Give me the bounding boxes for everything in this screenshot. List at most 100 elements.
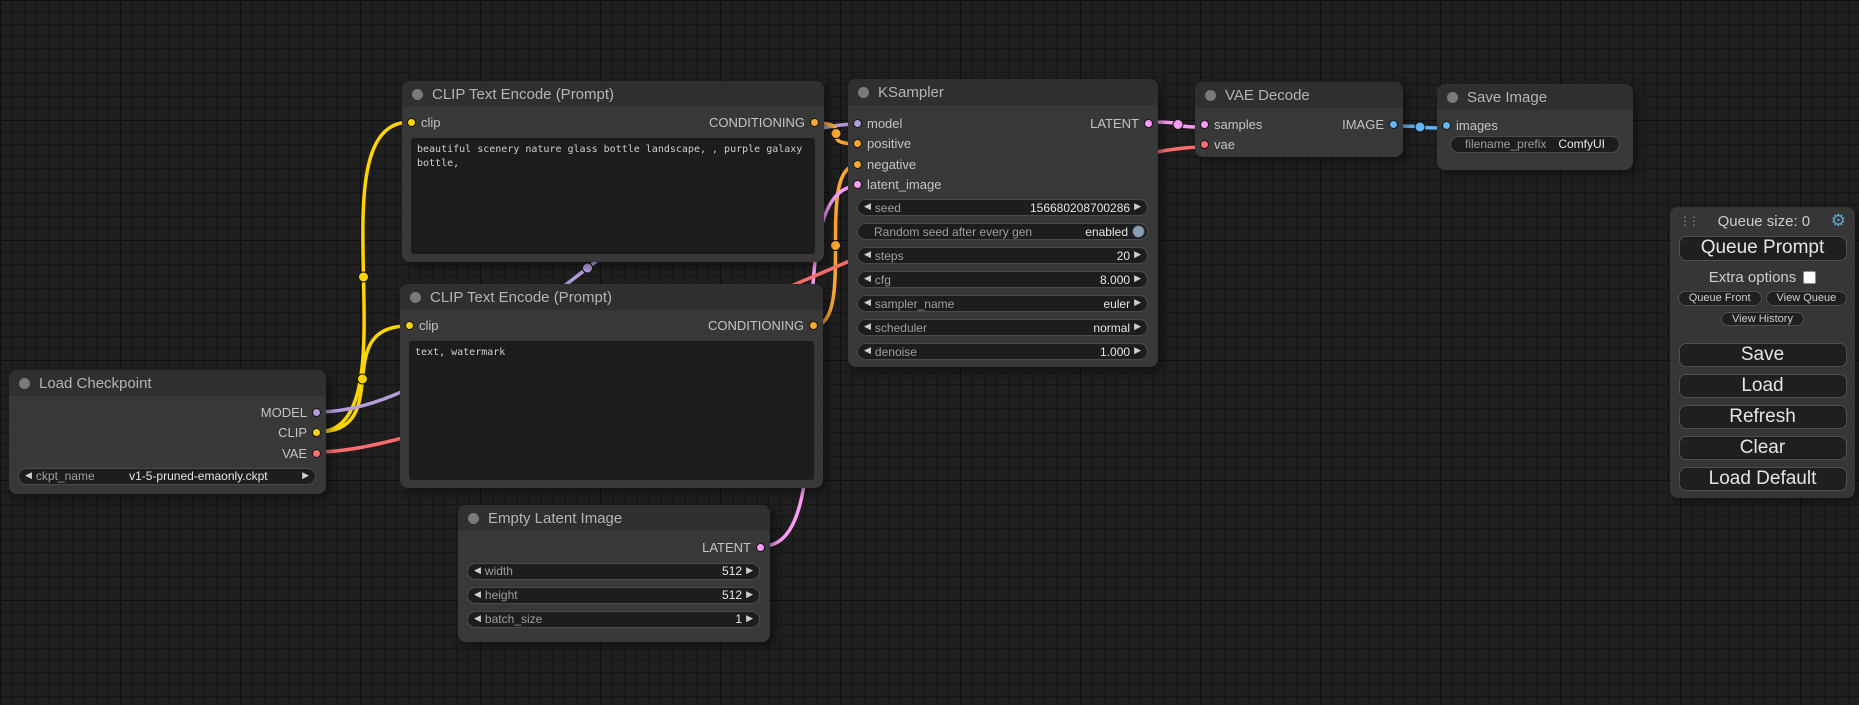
widget-filename-prefix[interactable]: filename_prefix ComfyUI (1450, 136, 1620, 153)
extra-options-checkbox[interactable] (1803, 271, 1816, 284)
queue-prompt-button[interactable]: Queue Prompt (1679, 236, 1847, 261)
view-queue-button[interactable]: View Queue (1766, 291, 1848, 306)
slot-input-negative: negative (848, 154, 1158, 175)
gear-icon[interactable]: ⚙ (1831, 213, 1846, 230)
image-slot-dot[interactable] (1389, 120, 1398, 129)
arrow-left-icon[interactable]: ◀ (474, 591, 481, 600)
node-title-bar[interactable]: Save Image (1437, 84, 1633, 110)
collapse-dot-icon[interactable] (858, 87, 869, 98)
prompt-textarea[interactable]: text, watermark (409, 341, 814, 480)
link-midpoint-dot[interactable] (1415, 122, 1425, 132)
conditioning-slot-dot[interactable] (810, 118, 819, 127)
node-vae-decode[interactable]: VAE Decode samples IMAGE vae (1195, 82, 1403, 157)
collapse-dot-icon[interactable] (1205, 90, 1216, 101)
clip-slot-dot[interactable] (407, 118, 416, 127)
model-slot-dot[interactable] (853, 119, 862, 128)
node-save-image[interactable]: Save Image images filename_prefix ComfyU… (1437, 84, 1633, 170)
conditioning-slot-dot[interactable] (853, 160, 862, 169)
load-button[interactable]: Load (1679, 374, 1847, 398)
widget-denoise[interactable]: ◀ denoise 1.000 ▶ (857, 343, 1148, 360)
toggle-knob-icon[interactable] (1132, 225, 1145, 238)
link-midpoint-dot[interactable] (358, 374, 368, 384)
node-title-bar[interactable]: VAE Decode (1195, 82, 1403, 108)
arrow-left-icon[interactable]: ◀ (25, 472, 32, 481)
queue-front-button[interactable]: Queue Front (1678, 291, 1762, 306)
collapse-dot-icon[interactable] (468, 513, 479, 524)
node-title-bar[interactable]: CLIP Text Encode (Prompt) (402, 81, 824, 107)
widget-seed[interactable]: ◀ seed 156680208700286 ▶ (857, 199, 1148, 216)
arrow-right-icon[interactable]: ▶ (746, 615, 753, 624)
widget-ckpt-name[interactable]: ◀ ckpt_name v1-5-pruned-emaonly.ckpt ▶ (18, 468, 316, 485)
arrow-right-icon[interactable]: ▶ (1134, 323, 1141, 332)
collapse-dot-icon[interactable] (1447, 92, 1458, 103)
drag-handle-icon[interactable]: ⋮⋮ (1679, 215, 1697, 227)
conditioning-slot-dot[interactable] (809, 321, 818, 330)
arrow-left-icon[interactable]: ◀ (474, 615, 481, 624)
vae-slot-dot[interactable] (1200, 140, 1209, 149)
link-midpoint-dot[interactable] (359, 272, 369, 282)
arrow-right-icon[interactable]: ▶ (1134, 299, 1141, 308)
prompt-textarea[interactable]: beautiful scenery nature glass bottle la… (411, 138, 815, 254)
latent-slot-dot[interactable] (1200, 120, 1209, 129)
latent-slot-dot[interactable] (853, 180, 862, 189)
load-default-button[interactable]: Load Default (1679, 467, 1847, 491)
node-title-bar[interactable]: Empty Latent Image (458, 505, 770, 531)
save-button[interactable]: Save (1679, 343, 1847, 367)
link-midpoint-dot[interactable] (831, 241, 841, 251)
arrow-right-icon[interactable]: ▶ (1134, 203, 1141, 212)
widget-label: width (485, 564, 513, 578)
node-title-bar[interactable]: KSampler (848, 79, 1158, 105)
arrow-left-icon[interactable]: ◀ (864, 275, 871, 284)
arrow-left-icon[interactable]: ◀ (864, 347, 871, 356)
latent-slot-dot[interactable] (756, 543, 765, 552)
model-slot-dot[interactable] (312, 408, 321, 417)
arrow-right-icon[interactable]: ▶ (746, 591, 753, 600)
arrow-right-icon[interactable]: ▶ (746, 567, 753, 576)
arrow-left-icon[interactable]: ◀ (864, 203, 871, 212)
widget-sampler-name[interactable]: ◀ sampler_name euler ▶ (857, 295, 1148, 312)
vae-slot-dot[interactable] (312, 449, 321, 458)
collapse-dot-icon[interactable] (412, 89, 423, 100)
collapse-dot-icon[interactable] (19, 378, 30, 389)
clip-slot-dot[interactable] (312, 428, 321, 437)
node-load-checkpoint[interactable]: Load Checkpoint MODEL CLIP VAE ◀ ckpt_na… (9, 370, 326, 494)
collapse-dot-icon[interactable] (410, 292, 421, 303)
view-history-button[interactable]: View History (1721, 312, 1804, 326)
image-slot-dot[interactable] (1442, 121, 1451, 130)
widget-label: sampler_name (875, 297, 954, 311)
link-midpoint-dot[interactable] (583, 263, 593, 273)
node-title-bar[interactable]: Load Checkpoint (9, 370, 326, 396)
arrow-left-icon[interactable]: ◀ (474, 567, 481, 576)
arrow-left-icon[interactable]: ◀ (864, 299, 871, 308)
arrow-left-icon[interactable]: ◀ (864, 323, 871, 332)
node-clip-text-encode-negative[interactable]: CLIP Text Encode (Prompt) clip CONDITION… (400, 284, 823, 488)
arrow-right-icon[interactable]: ▶ (1134, 275, 1141, 284)
clip-slot-dot[interactable] (405, 321, 414, 330)
conditioning-slot-dot[interactable] (853, 139, 862, 148)
link-midpoint-dot[interactable] (831, 129, 841, 139)
latent-slot-dot[interactable] (1144, 119, 1153, 128)
node-ksampler[interactable]: KSampler model LATENT positive negative … (848, 79, 1158, 367)
widget-scheduler[interactable]: ◀ scheduler normal ▶ (857, 319, 1148, 336)
node-title-bar[interactable]: CLIP Text Encode (Prompt) (400, 284, 823, 310)
link-midpoint-dot[interactable] (1173, 120, 1183, 130)
arrow-right-icon[interactable]: ▶ (302, 472, 309, 481)
clear-button[interactable]: Clear (1679, 436, 1847, 460)
widget-cfg[interactable]: ◀ cfg 8.000 ▶ (857, 271, 1148, 288)
arrow-right-icon[interactable]: ▶ (1134, 347, 1141, 356)
node-empty-latent-image[interactable]: Empty Latent Image LATENT ◀ width 512 ▶ … (458, 505, 770, 642)
widget-value: 20 (908, 249, 1130, 263)
refresh-button[interactable]: Refresh (1679, 405, 1847, 429)
slot-input-clip: clip (407, 115, 441, 130)
arrow-right-icon[interactable]: ▶ (1134, 251, 1141, 260)
widget-steps[interactable]: ◀ steps 20 ▶ (857, 247, 1148, 264)
widget-height[interactable]: ◀ height 512 ▶ (467, 587, 760, 604)
node-clip-text-encode-positive[interactable]: CLIP Text Encode (Prompt) clip CONDITION… (402, 81, 824, 262)
widget-value: 1.000 (921, 345, 1130, 359)
widget-label: cfg (875, 273, 891, 287)
arrow-left-icon[interactable]: ◀ (864, 251, 871, 260)
slot-label: clip (419, 318, 439, 333)
widget-batch-size[interactable]: ◀ batch_size 1 ▶ (467, 611, 760, 628)
widget-width[interactable]: ◀ width 512 ▶ (467, 563, 760, 580)
widget-random-seed-toggle[interactable]: Random seed after every gen enabled (857, 223, 1148, 240)
